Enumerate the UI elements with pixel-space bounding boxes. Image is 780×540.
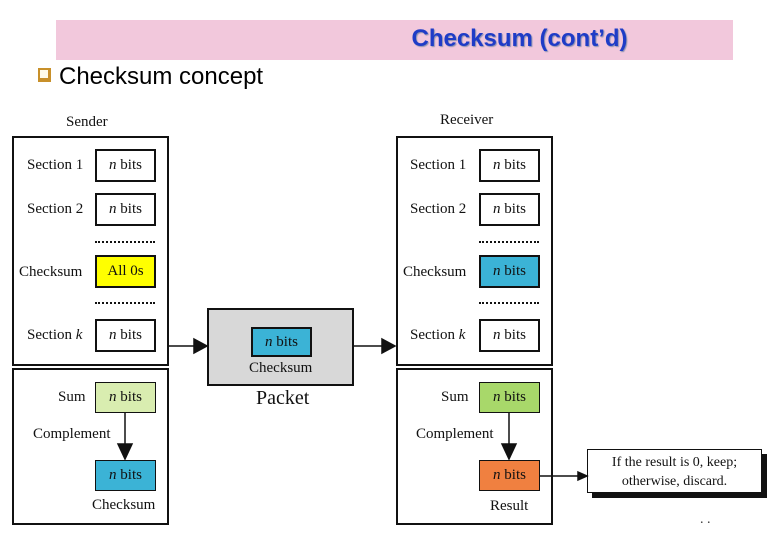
connector-arrows — [116, 337, 589, 482]
arrowhead-icon — [381, 337, 397, 355]
arrowhead-icon — [193, 337, 209, 355]
arrowhead-icon — [577, 470, 589, 482]
arrowhead-icon — [500, 443, 518, 461]
arrowhead-icon — [116, 443, 134, 461]
